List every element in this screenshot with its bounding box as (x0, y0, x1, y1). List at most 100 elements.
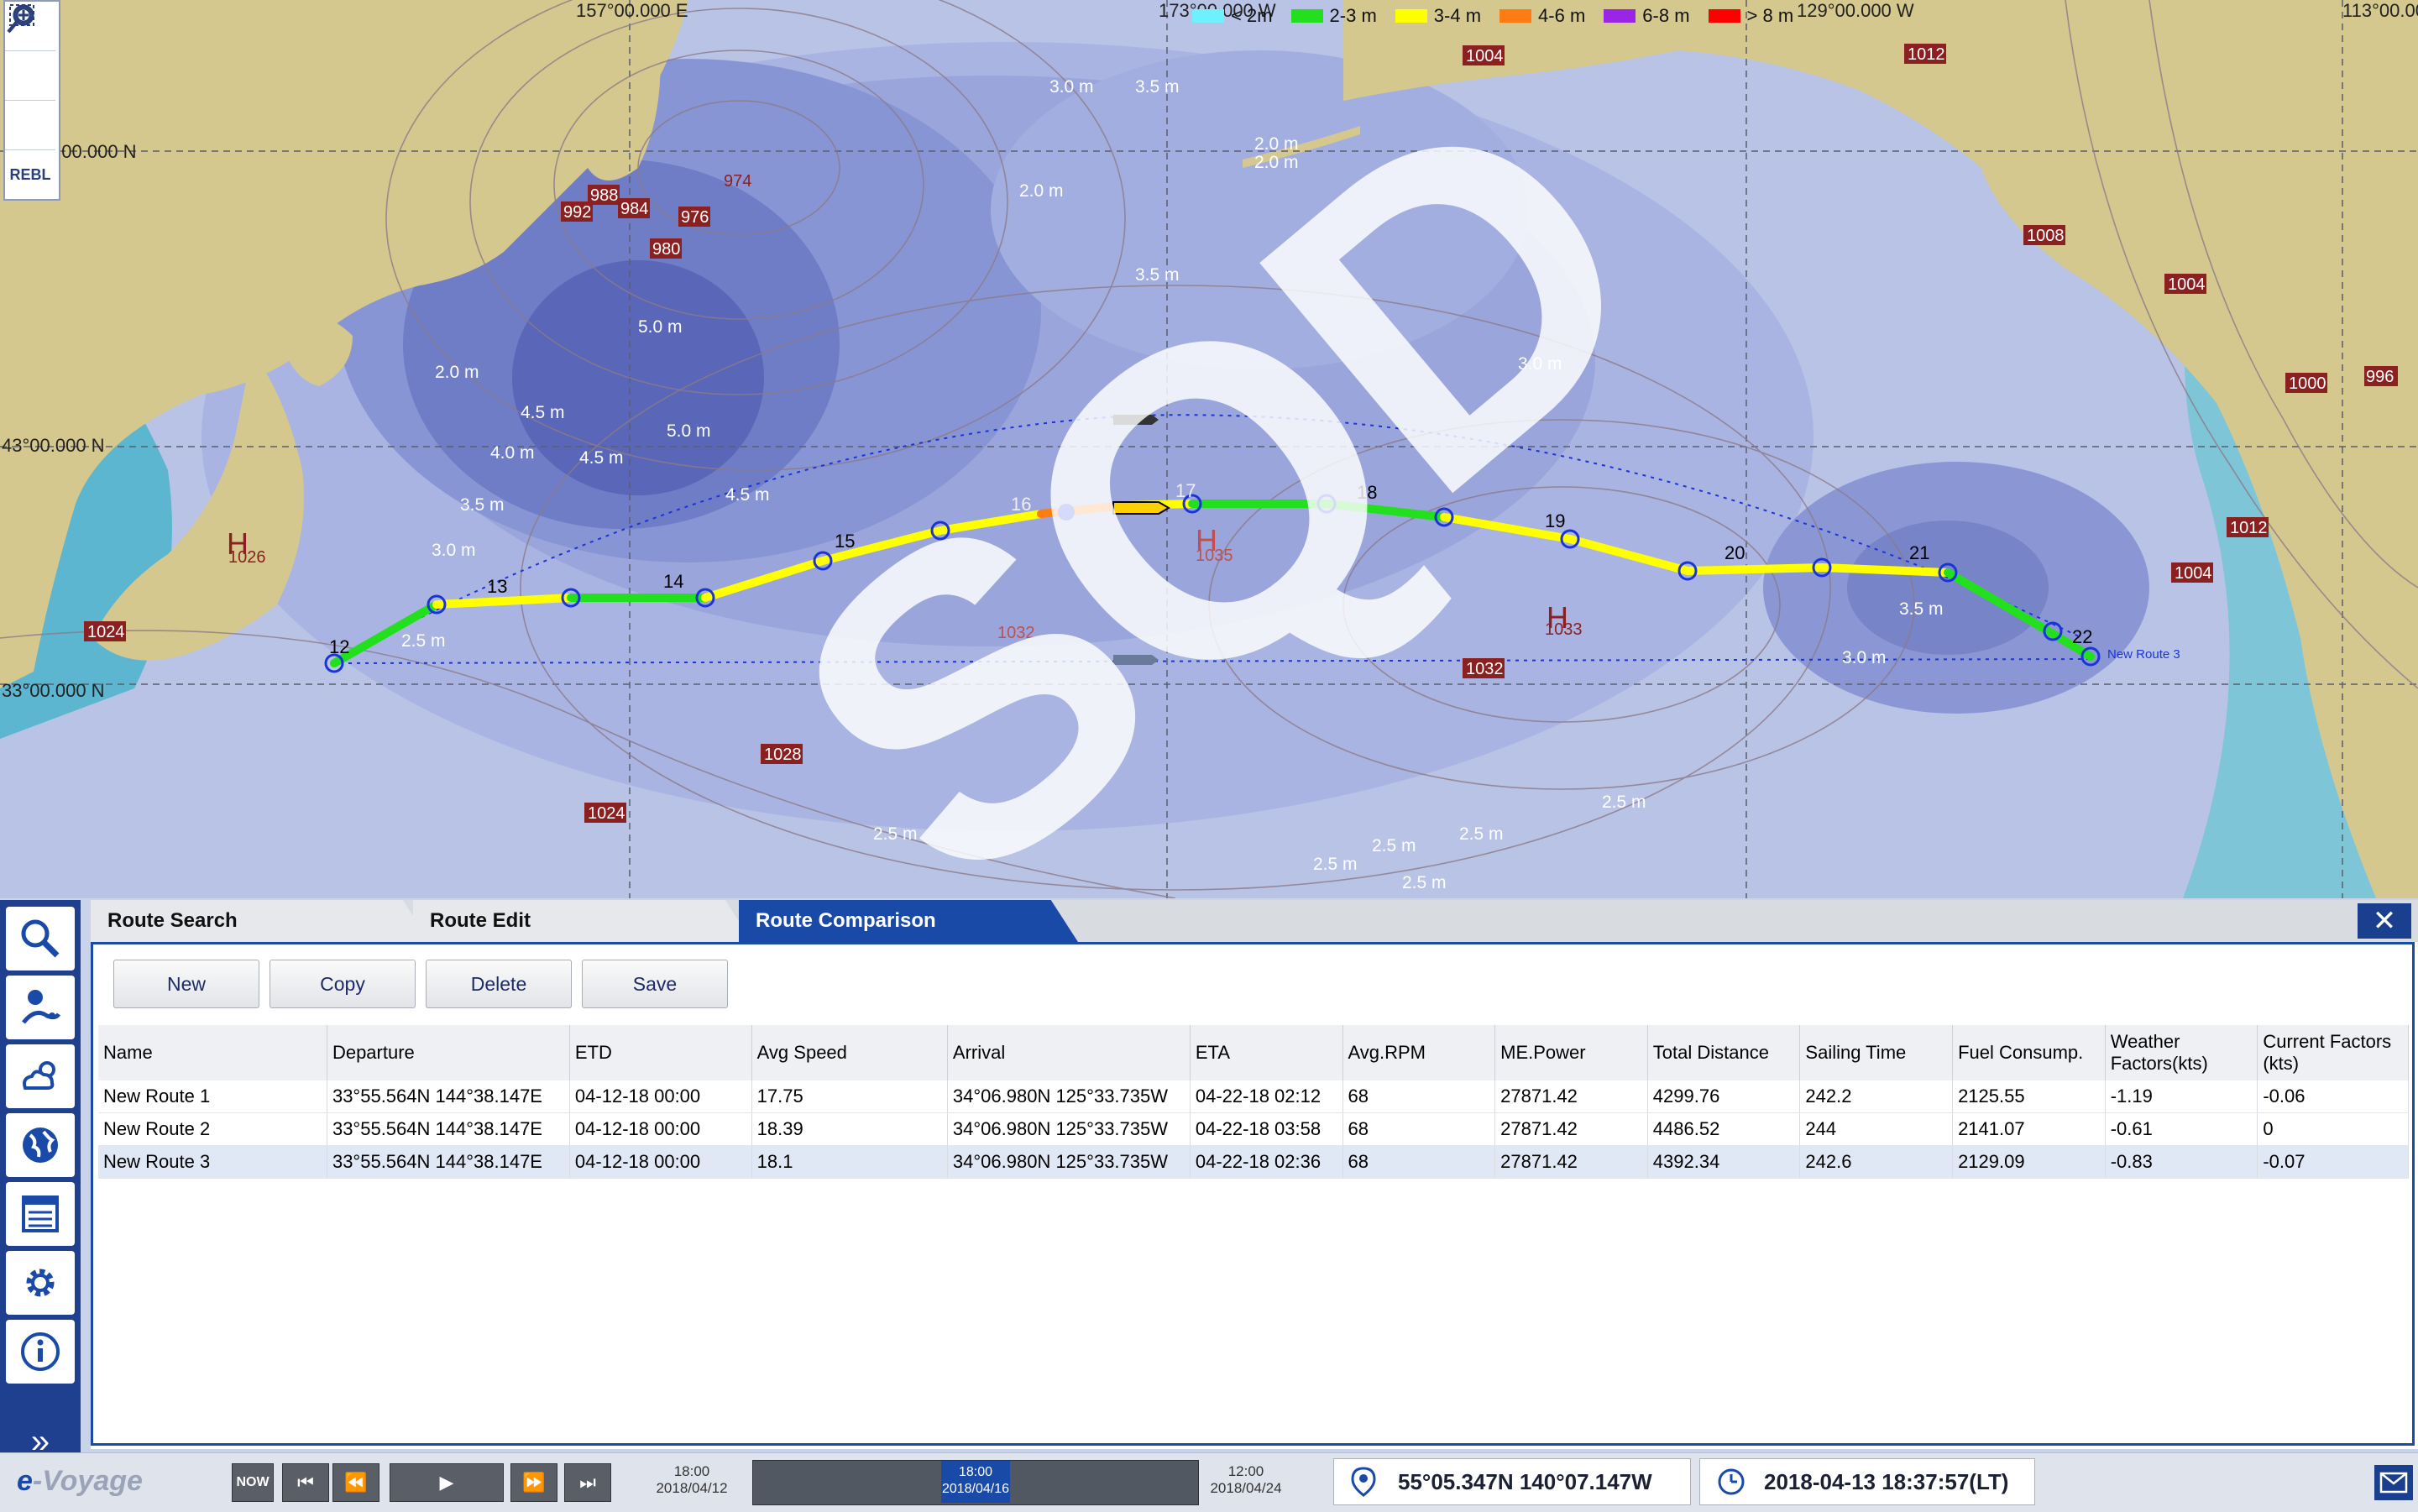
delete-button[interactable]: Delete (426, 960, 572, 1008)
svg-text:H: H (1547, 600, 1568, 635)
mail-icon (2379, 1472, 2408, 1494)
column-header[interactable]: Name (98, 1025, 327, 1080)
svg-text:3.0 m: 3.0 m (1518, 354, 1562, 374)
table-row-selected[interactable]: New Route 3 33°55.564N 144°38.147E 04-12… (98, 1145, 2409, 1179)
zoom-area-icon (8, 4, 34, 32)
chart-map[interactable]: 12 13 14 15 16 17 18 19 20 21 22 New Rou… (0, 0, 2418, 898)
legend-item: < 2m (1192, 5, 1273, 27)
svg-text:H: H (1196, 523, 1217, 557)
svg-text:4.5 m: 4.5 m (579, 448, 624, 468)
column-header[interactable]: Arrival (947, 1025, 1191, 1080)
mail-button[interactable] (2374, 1465, 2413, 1500)
legend-item: 3-4 m (1395, 5, 1481, 27)
column-header[interactable]: Fuel Consump. (1952, 1025, 2106, 1080)
close-panel-button[interactable]: ✕ (2358, 903, 2411, 939)
svg-text:996: 996 (2366, 368, 2394, 386)
table-cell: 04-12-18 00:00 (569, 1080, 752, 1113)
svg-text:2.5 m: 2.5 m (1459, 824, 1504, 844)
table-cell: 27871.42 (1494, 1145, 1648, 1179)
rewind-button[interactable]: ⏪ (332, 1463, 379, 1502)
action-buttons: New Copy Delete Save (113, 960, 728, 1008)
column-header[interactable]: Avg.RPM (1342, 1025, 1496, 1080)
svg-text:1032: 1032 (997, 624, 1035, 642)
copy-button[interactable]: Copy (270, 960, 416, 1008)
search-icon (21, 919, 60, 958)
rebl-button[interactable]: REBL (5, 150, 55, 199)
wave-height-legend: < 2m 2-3 m 3-4 m 4-6 m 6-8 m > 8 m (1192, 5, 1793, 27)
table-cell: 0 (2257, 1112, 2409, 1146)
panel-button[interactable] (6, 1182, 75, 1246)
fast-forward-button[interactable]: ⏩ (510, 1463, 557, 1502)
settings-button[interactable] (6, 1251, 75, 1315)
column-header[interactable]: Avg Speed (751, 1025, 948, 1080)
tab-route-edit[interactable]: Route Edit (413, 900, 752, 942)
table-cell: 17.75 (751, 1080, 948, 1113)
clock-display: 2018-04-13 18:37:57(LT) (1699, 1458, 2035, 1505)
location-pin-icon (1351, 1467, 1376, 1497)
timeline-thumb[interactable]: 18:00 2018/04/16 (941, 1461, 1010, 1503)
fast-forward-icon: ⏩ (522, 1472, 546, 1493)
table-row[interactable]: New Route 1 33°55.564N 144°38.147E 04-12… (98, 1080, 2409, 1113)
table-cell: 33°55.564N 144°38.147E (327, 1112, 570, 1146)
map-canvas[interactable]: 12 13 14 15 16 17 18 19 20 21 22 New Rou… (0, 0, 2418, 898)
table-cell: 244 (1799, 1112, 1954, 1146)
svg-text:4.5 m: 4.5 m (521, 403, 565, 422)
svg-text:18: 18 (1357, 482, 1377, 503)
legend-item: > 8 m (1708, 5, 1793, 27)
table-cell: 18.1 (751, 1145, 948, 1179)
svg-text:3.5 m: 3.5 m (460, 495, 505, 515)
svg-text:3.0 m: 3.0 m (1842, 648, 1887, 667)
svg-text:1028: 1028 (764, 746, 802, 764)
now-button[interactable]: NOW (232, 1463, 274, 1502)
tab-route-comparison[interactable]: Route Comparison (739, 900, 1078, 942)
search-button[interactable] (6, 907, 75, 971)
column-header[interactable]: ME.Power (1494, 1025, 1648, 1080)
svg-text:1000: 1000 (2289, 374, 2326, 393)
zoom-out-button[interactable] (5, 4, 55, 101)
tab-route-search[interactable]: Route Search (91, 900, 430, 942)
info-icon (21, 1332, 60, 1371)
table-cell: New Route 3 (98, 1145, 327, 1179)
table-cell: 2125.55 (1952, 1080, 2106, 1113)
table-row[interactable]: New Route 2 33°55.564N 144°38.147E 04-12… (98, 1112, 2409, 1146)
table-cell: -1.19 (2105, 1080, 2258, 1113)
table-cell: New Route 1 (98, 1080, 327, 1113)
column-header[interactable]: ETD (569, 1025, 752, 1080)
timeline-start-label: 18:00 2018/04/12 (656, 1463, 728, 1496)
skip-to-start-button[interactable]: ⏮ (282, 1463, 329, 1502)
rewind-icon: ⏪ (344, 1472, 368, 1493)
timeline-slider[interactable]: 18:00 2018/04/16 (752, 1460, 1199, 1505)
svg-text:22: 22 (2072, 626, 2092, 647)
svg-text:New Route 3: New Route 3 (2107, 647, 2180, 662)
column-header[interactable]: ETA (1190, 1025, 1343, 1080)
table-cell: -0.07 (2257, 1145, 2409, 1179)
svg-text:19: 19 (1545, 510, 1565, 531)
svg-text:16: 16 (1011, 494, 1031, 515)
column-header[interactable]: Total Distance (1647, 1025, 1801, 1080)
column-header[interactable]: Departure (327, 1025, 570, 1080)
zoom-area-button[interactable] (5, 4, 55, 150)
table-cell: 242.2 (1799, 1080, 1954, 1113)
route-button[interactable] (6, 976, 75, 1039)
svg-text:2.5 m: 2.5 m (1372, 836, 1416, 855)
skip-to-end-button[interactable]: ⏭ (564, 1463, 611, 1502)
window-list-icon (22, 1195, 59, 1232)
new-button[interactable]: New (113, 960, 259, 1008)
weather-button[interactable] (6, 1044, 75, 1108)
svg-text:5.0 m: 5.0 m (638, 317, 683, 337)
table-cell: 04-22-18 02:36 (1190, 1145, 1343, 1179)
column-header[interactable]: Current Factors (kts) (2257, 1025, 2409, 1080)
legend-item: 6-8 m (1604, 5, 1690, 27)
svg-text:2.5 m: 2.5 m (1313, 855, 1358, 874)
save-button[interactable]: Save (582, 960, 728, 1008)
column-header[interactable]: Sailing Time (1799, 1025, 1954, 1080)
globe-button[interactable] (6, 1113, 75, 1177)
svg-text:1004: 1004 (2175, 564, 2212, 583)
table-cell: 34°06.980N 125°33.735W (947, 1145, 1191, 1179)
column-header[interactable]: Weather Factors(kts) (2105, 1025, 2258, 1080)
table-header-row: Name Departure ETD Avg Speed Arrival ETA… (98, 1025, 2409, 1080)
table-cell: 4486.52 (1647, 1112, 1801, 1146)
play-button[interactable]: ▶ (390, 1463, 504, 1502)
table-cell: 68 (1342, 1112, 1496, 1146)
info-button[interactable] (6, 1320, 75, 1384)
